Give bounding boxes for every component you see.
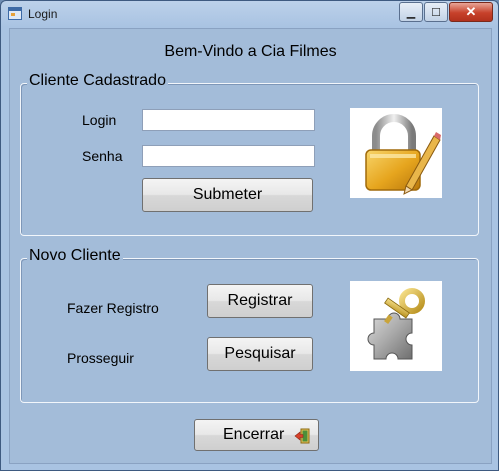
fazer-registro-label: Fazer Registro — [67, 300, 159, 316]
exit-door-icon — [294, 428, 310, 444]
prosseguir-label: Prosseguir — [67, 350, 134, 366]
senha-input[interactable] — [142, 145, 315, 167]
cliente-cadastrado-legend: Cliente Cadastrado — [27, 72, 168, 90]
puzzle-key-icon — [367, 288, 425, 360]
cliente-cadastrado-group: Cliente Cadastrado Login Senha Submeter — [20, 72, 479, 236]
minimize-icon: ▁ — [406, 6, 416, 19]
form-client-area: Bem-Vindo a Cia Filmes Cliente Cadastrad… — [9, 28, 492, 464]
registrar-button[interactable]: Registrar — [207, 284, 313, 318]
senha-label: Senha — [82, 148, 123, 164]
minimize-button[interactable]: ▁ — [399, 2, 423, 22]
page-title: Bem-Vindo a Cia Filmes — [164, 43, 337, 60]
encerrar-button[interactable]: Encerrar — [194, 419, 319, 451]
maximize-button[interactable]: ☐ — [424, 2, 448, 22]
submeter-button[interactable]: Submeter — [142, 178, 313, 212]
novo-cliente-legend: Novo Cliente — [27, 247, 123, 265]
padlock-pencil-icon — [365, 114, 441, 195]
close-button[interactable]: ✕ — [449, 2, 493, 22]
app-form-icon — [8, 7, 22, 20]
login-label: Login — [82, 112, 117, 128]
login-input[interactable] — [142, 109, 315, 131]
encerrar-label: Encerrar — [223, 426, 285, 443]
pesquisar-button[interactable]: Pesquisar — [207, 337, 313, 371]
title-bar[interactable]: Login ▁ ☐ ✕ — [1, 1, 498, 27]
novo-cliente-group: Novo Cliente Fazer Registro Registrar Pr… — [20, 247, 479, 403]
puzzle-key-picture — [350, 281, 442, 371]
window-title: Login — [28, 7, 58, 21]
close-icon: ✕ — [465, 4, 477, 19]
login-window: Login ▁ ☐ ✕ Bem-Vindo a Cia Filmes Clien… — [0, 0, 499, 471]
maximize-icon: ☐ — [431, 6, 441, 19]
padlock-picture — [350, 108, 442, 198]
